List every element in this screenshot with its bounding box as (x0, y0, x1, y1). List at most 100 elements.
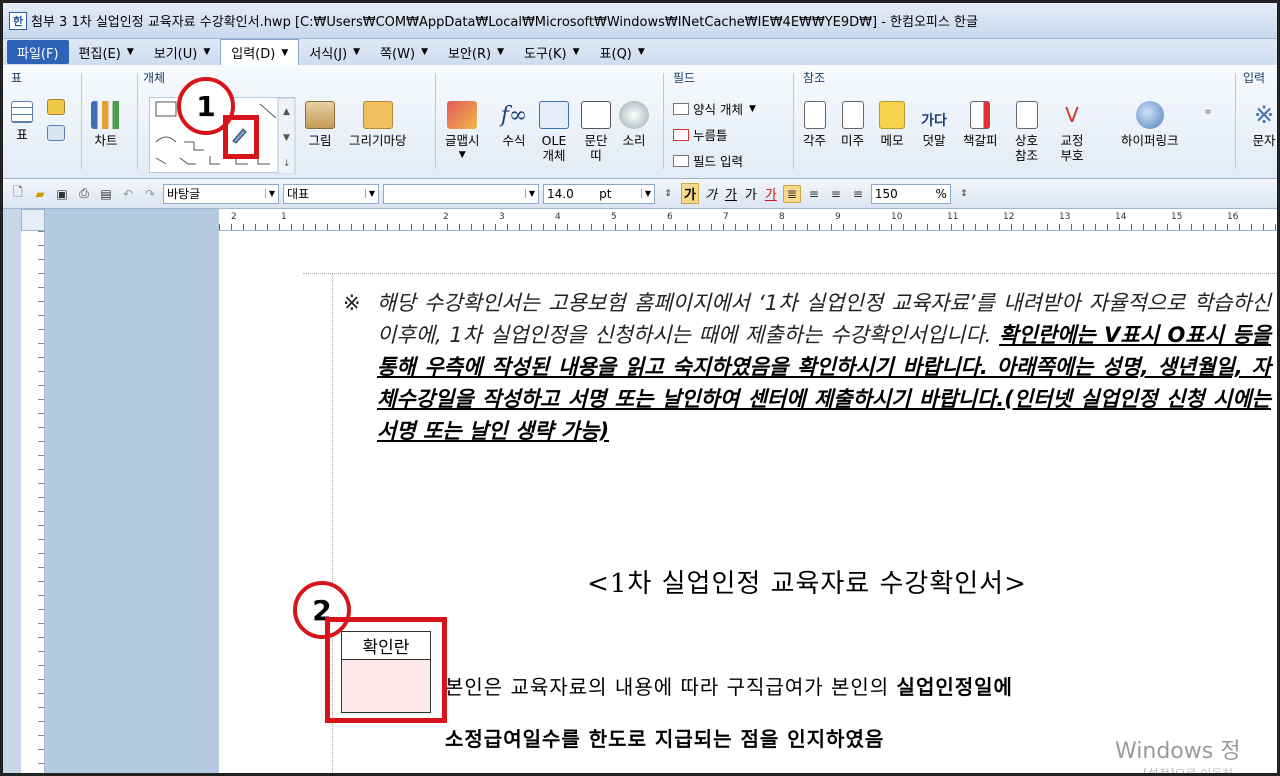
chart-button[interactable]: 차트 (91, 101, 121, 148)
bookmark-button[interactable]: 책갈피 (963, 101, 998, 148)
endnote-button[interactable]: 미주 (841, 101, 864, 148)
windows-activation-watermark: Windows 정 (1115, 739, 1241, 764)
ruler-number: 15 (1171, 212, 1183, 222)
drawing-market-button[interactable]: 그리기마당 (349, 101, 407, 148)
menu-bar: 파일(F) 편집(E) ▼ 보기(U) ▼ 입력(D) ▼ 서식(J) ▼ 쪽(W) ▼ … (3, 39, 1277, 65)
italic-button[interactable]: 가 (703, 184, 719, 203)
field-input-button[interactable]: 필드 입력 (673, 151, 743, 170)
strike-button[interactable]: 가 (743, 184, 759, 203)
menu-edit[interactable]: 편집(E) ▼ (69, 40, 144, 64)
formula-button[interactable]: f∞ 수식 (499, 101, 529, 148)
annotation-icon: 가다 (921, 113, 947, 129)
chevron-down-icon: ▼ (640, 189, 651, 198)
print-icon[interactable]: ⎙ (75, 185, 93, 203)
ruler-number: 11 (947, 212, 959, 222)
ruler-number: 7 (723, 212, 729, 222)
format-toolbar: 🗋 ▰ ▣ ⎙ ▤ ↶ ↷ 바탕글 ▼ 대표 ▼ ▼ 14.0 pt ▼ ⇕ 가… (3, 179, 1277, 209)
chevron-down-icon: ▼ (126, 47, 134, 57)
align-justify-icon[interactable]: ≣ (782, 184, 801, 203)
menu-tools[interactable]: 도구(K) ▼ (514, 40, 590, 64)
window-title: 첨부 3 1차 실업인정 교육자료 수강확인서.hwp [C:₩Users₩CO… (31, 15, 978, 30)
svg-text:▼: ▼ (283, 133, 290, 143)
glyph-art-button[interactable]: 글맵시 ▼ (445, 101, 480, 163)
chevron-down-icon: ▼ (637, 47, 645, 57)
font-size-input[interactable]: 14.0 pt ▼ (543, 183, 655, 204)
preview-icon[interactable]: ▤ (97, 185, 115, 203)
cross-reference-icon (1015, 101, 1038, 129)
highlight-box-pen (223, 115, 259, 159)
endnote-icon (841, 101, 864, 129)
hyperlink-button[interactable]: 하이퍼링크 (1121, 101, 1179, 148)
redo-icon[interactable]: ↷ (141, 185, 159, 203)
menu-input[interactable]: 입력(D) ▼ (220, 39, 300, 65)
ruler-corner[interactable] (21, 209, 45, 231)
save-icon[interactable]: ▣ (53, 185, 71, 203)
ruler-number: 16 (1227, 212, 1239, 222)
font-name-select[interactable]: ▼ (383, 183, 539, 204)
table-edit-button[interactable] (47, 99, 65, 119)
chevron-down-icon: ▼ (203, 47, 211, 57)
ruler-number: 14 (1115, 212, 1127, 222)
statement-line-2[interactable]: 소정급여일수를 한도로 지급되는 점을 인지하였음 (445, 723, 884, 752)
annotation-button[interactable]: 가다 덧말 (919, 101, 949, 149)
new-document-icon[interactable]: 🗋 (9, 185, 27, 203)
ruler-number: 10 (891, 212, 903, 222)
chevron-down-icon: ▼ (497, 47, 505, 57)
bold-button[interactable]: 가 (681, 183, 699, 204)
svg-text:↓: ↓ (283, 159, 291, 169)
ruler-number: 9 (835, 212, 841, 222)
align-right-icon[interactable]: ≡ (849, 185, 867, 203)
character-button[interactable]: ※ 문자 (1249, 101, 1277, 149)
reference-mark: ※ (343, 291, 361, 315)
picture-icon (305, 101, 335, 129)
horizontal-ruler[interactable]: 2 1 2 3 4 5 6 7 8 9 10 11 12 13 14 15 16 (219, 209, 1277, 231)
paragraph-band-icon (581, 101, 611, 129)
proofreading-icon: V (1065, 102, 1079, 127)
menu-format[interactable]: 서식(J) ▼ (299, 40, 370, 64)
spacing-stepper-icon[interactable]: ⇕ (955, 185, 973, 203)
open-folder-icon[interactable]: ▰ (31, 185, 49, 203)
menu-security[interactable]: 보안(R) ▼ (438, 40, 514, 64)
paragraph-border-button[interactable]: 문단 띠 (581, 101, 611, 163)
menu-page[interactable]: 쪽(W) ▼ (370, 40, 438, 64)
click-field-button[interactable]: 누름틀 (673, 125, 728, 144)
chevron-down-icon: ▼ (421, 47, 428, 57)
left-panel-strip (3, 209, 21, 773)
bar-chart-icon (91, 101, 121, 129)
group-label-reference: 참조 (803, 71, 826, 85)
cross-reference-button[interactable]: 상호 참조 (1015, 101, 1038, 163)
group-label-field: 필드 (673, 71, 696, 85)
style-select[interactable]: 바탕글 ▼ (163, 183, 279, 204)
ribbon-separator (1235, 73, 1236, 169)
ribbon-separator (81, 73, 82, 169)
align-left-icon[interactable]: ≡ (805, 185, 823, 203)
line-spacing-input[interactable]: 150 % (870, 183, 951, 204)
chevron-down-icon: ▼ (524, 189, 535, 198)
ole-object-button[interactable]: OLE 개체 (539, 101, 569, 163)
glyph-art-icon (447, 101, 478, 129)
app-window: 한 첨부 3 1차 실업인정 교육자료 수강확인서.hwp [C:₩Users₩… (0, 0, 1280, 776)
link-small-button[interactable]: ⚭ (1199, 105, 1217, 121)
proofreading-mark-button[interactable]: V 교정 부호 (1057, 101, 1087, 164)
table-button[interactable]: 표 (11, 101, 33, 142)
underline-button[interactable]: 가 (723, 184, 739, 203)
menu-table[interactable]: 표(Q) ▼ (590, 40, 655, 64)
footnote-icon (803, 101, 826, 129)
form-object-button[interactable]: 양식 개체 ▼ (673, 99, 756, 118)
chevron-down-icon: ▼ (264, 189, 275, 198)
footnote-button[interactable]: 각주 (803, 101, 826, 148)
undo-icon[interactable]: ↶ (119, 185, 137, 203)
font-color-button[interactable]: 가 (763, 184, 779, 203)
statement-line-1[interactable]: 본인은 교육자료의 내용에 따라 구직급여가 본인의 실업인정일에 (445, 671, 1271, 700)
font-type-select[interactable]: 대표 ▼ (283, 183, 379, 204)
sound-button[interactable]: 소리 (619, 101, 649, 148)
memo-button[interactable]: 메모 (879, 101, 905, 148)
size-stepper-icon[interactable]: ⇕ (659, 185, 677, 203)
picture-button[interactable]: 그림 (305, 101, 335, 148)
menu-file[interactable]: 파일(F) (7, 40, 69, 64)
hwp-app-icon: 한 (9, 11, 27, 30)
menu-view[interactable]: 보기(U) ▼ (144, 40, 221, 64)
align-center-icon[interactable]: ≡ (827, 185, 845, 203)
vertical-ruler[interactable] (21, 231, 45, 773)
table-format-button[interactable] (47, 125, 65, 145)
